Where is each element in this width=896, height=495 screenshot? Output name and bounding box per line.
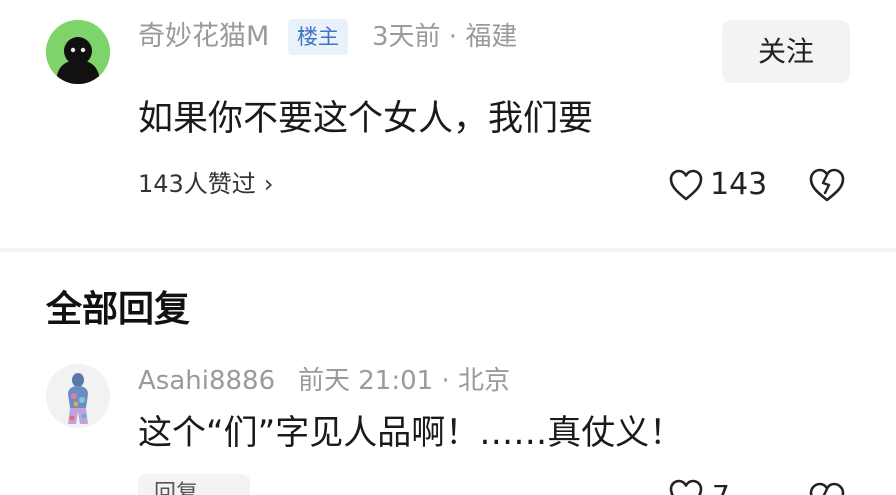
- avatar-figure-icon: [46, 364, 110, 428]
- op-badge: 楼主: [288, 19, 348, 55]
- comment-text: 如果你不要这个女人，我们要: [138, 99, 594, 139]
- heart-outline-icon: [669, 479, 703, 495]
- follow-button[interactable]: 关注: [722, 20, 850, 83]
- heart-outline-icon: [669, 169, 703, 201]
- reply-button[interactable]: 回复: [138, 474, 250, 495]
- like-button[interactable]: 143: [668, 164, 767, 206]
- avatar[interactable]: [46, 364, 110, 428]
- reply-meta: 前天 21:01 · 北京: [298, 366, 510, 396]
- like-count: 143: [710, 167, 768, 202]
- dislike-button[interactable]: [807, 166, 847, 204]
- reply-text: 这个“们”字见人品啊！……真仗义！: [138, 413, 684, 453]
- section-divider: [0, 248, 896, 252]
- post-meta: 3天前 · 福建: [372, 22, 518, 52]
- reply-dislike-button[interactable]: [807, 480, 847, 495]
- username[interactable]: 奇妙花猫M: [138, 20, 269, 54]
- like-count: 7: [712, 478, 730, 495]
- likers-link[interactable]: 143人赞过 ›: [138, 166, 273, 202]
- op-comment: 奇妙花猫M 楼主 3天前 · 福建 关注 如果你不要这个女人，我们要 143人赞…: [0, 0, 896, 248]
- broken-heart-icon: [809, 482, 845, 495]
- section-title: 全部回复: [46, 289, 191, 330]
- username[interactable]: Asahi8886: [138, 364, 275, 398]
- reply-like-button[interactable]: 7: [668, 478, 730, 495]
- avatar-silhouette-icon: [46, 20, 110, 84]
- chevron-right-icon: ›: [263, 170, 274, 198]
- avatar[interactable]: [46, 20, 110, 84]
- broken-heart-icon: [809, 168, 845, 202]
- likers-label: 143人赞过: [138, 170, 256, 198]
